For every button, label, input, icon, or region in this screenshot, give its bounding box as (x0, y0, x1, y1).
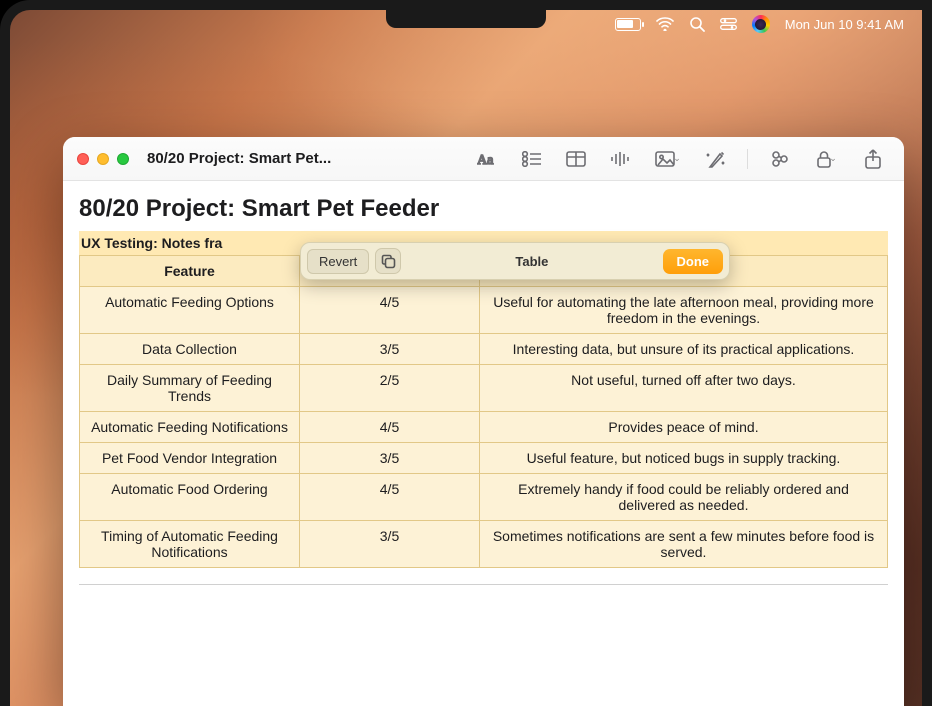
table-row[interactable]: Automatic Food Ordering4/5Extremely hand… (80, 474, 888, 521)
titlebar: 80/20 Project: Smart Pet... Aa ⌄ (63, 137, 904, 181)
app-window: 80/20 Project: Smart Pet... Aa ⌄ (63, 137, 904, 706)
table-cell-feature[interactable]: Timing of Automatic Feeding Notification… (80, 521, 300, 568)
action-bar-title: Table (407, 254, 656, 269)
table-cell-feature[interactable]: Data Collection (80, 334, 300, 365)
siri-icon[interactable] (752, 15, 770, 33)
table-cell-comments[interactable]: Extremely handy if food could be reliabl… (480, 474, 888, 521)
chevron-down-icon: ⌄ (673, 153, 681, 164)
spotlight-icon[interactable] (689, 16, 705, 32)
page-divider (79, 584, 888, 585)
lock-button[interactable]: ⌄ (806, 145, 846, 173)
table-row[interactable]: Pet Food Vendor Integration3/5Useful fea… (80, 443, 888, 474)
control-center-icon[interactable] (720, 18, 737, 30)
minimize-button[interactable] (97, 153, 109, 165)
table-cell-rating[interactable]: 4/5 (300, 474, 480, 521)
fullscreen-button[interactable] (117, 153, 129, 165)
table-button[interactable] (559, 145, 593, 173)
table-cell-rating[interactable]: 3/5 (300, 521, 480, 568)
datetime-display[interactable]: Mon Jun 10 9:41 AM (785, 17, 904, 32)
col-header-feature: Feature (80, 256, 300, 287)
media-button[interactable]: ⌄ (647, 145, 689, 173)
table-cell-rating[interactable]: 3/5 (300, 443, 480, 474)
desktop-screen: Mon Jun 10 9:41 AM 80/20 Project: Smart … (10, 10, 922, 706)
note-title: 80/20 Project: Smart Pet Feeder (79, 195, 888, 223)
checklist-button[interactable] (515, 145, 549, 173)
table-cell-comments[interactable]: Provides peace of mind. (480, 412, 888, 443)
close-button[interactable] (77, 153, 89, 165)
display-notch (386, 0, 546, 28)
table-cell-comments[interactable]: Useful feature, but noticed bugs in supp… (480, 443, 888, 474)
table-row[interactable]: Timing of Automatic Feeding Notification… (80, 521, 888, 568)
table-row[interactable]: Daily Summary of Feeding Trends2/5Not us… (80, 365, 888, 412)
table-row[interactable]: Automatic Feeding Notifications4/5Provid… (80, 412, 888, 443)
table-cell-feature[interactable]: Automatic Feeding Options (80, 287, 300, 334)
table-row[interactable]: Data Collection3/5Interesting data, but … (80, 334, 888, 365)
table-cell-rating[interactable]: 2/5 (300, 365, 480, 412)
traffic-lights (77, 153, 129, 165)
audio-button[interactable] (603, 145, 637, 173)
table-cell-comments[interactable]: Interesting data, but unsure of its prac… (480, 334, 888, 365)
table-cell-rating[interactable]: 4/5 (300, 287, 480, 334)
laptop-frame: Mon Jun 10 9:41 AM 80/20 Project: Smart … (0, 0, 932, 706)
link-button[interactable] (762, 145, 796, 173)
toolbar-separator (747, 149, 748, 169)
wifi-icon[interactable] (656, 17, 674, 31)
floating-action-bar: Revert Table Done (300, 242, 730, 280)
share-button[interactable] (856, 145, 890, 173)
table-cell-feature[interactable]: Automatic Food Ordering (80, 474, 300, 521)
table-cell-feature[interactable]: Automatic Feeding Notifications (80, 412, 300, 443)
table-cell-rating[interactable]: 3/5 (300, 334, 480, 365)
table-cell-comments[interactable]: Useful for automating the late afternoon… (480, 287, 888, 334)
battery-icon[interactable] (615, 18, 641, 31)
table-row[interactable]: Automatic Feeding Options4/5Useful for a… (80, 287, 888, 334)
ai-assist-button[interactable] (699, 145, 733, 173)
table-cell-feature[interactable]: Pet Food Vendor Integration (80, 443, 300, 474)
chevron-down-icon: ⌄ (829, 153, 837, 164)
font-style-button[interactable]: Aa (471, 145, 505, 173)
window-title: 80/20 Project: Smart Pet... (147, 150, 331, 167)
done-button[interactable]: Done (663, 249, 724, 274)
table-cell-comments[interactable]: Sometimes notifications are sent a few m… (480, 521, 888, 568)
table-cell-feature[interactable]: Daily Summary of Feeding Trends (80, 365, 300, 412)
menubar: Mon Jun 10 9:41 AM (597, 10, 922, 38)
revert-button[interactable]: Revert (307, 249, 369, 274)
data-table[interactable]: Feature Rating Comments Automatic Feedin… (79, 255, 888, 568)
copy-icon-button[interactable] (375, 248, 401, 274)
table-cell-rating[interactable]: 4/5 (300, 412, 480, 443)
table-cell-comments[interactable]: Not useful, turned off after two days. (480, 365, 888, 412)
svg-text:Aa: Aa (477, 153, 494, 168)
